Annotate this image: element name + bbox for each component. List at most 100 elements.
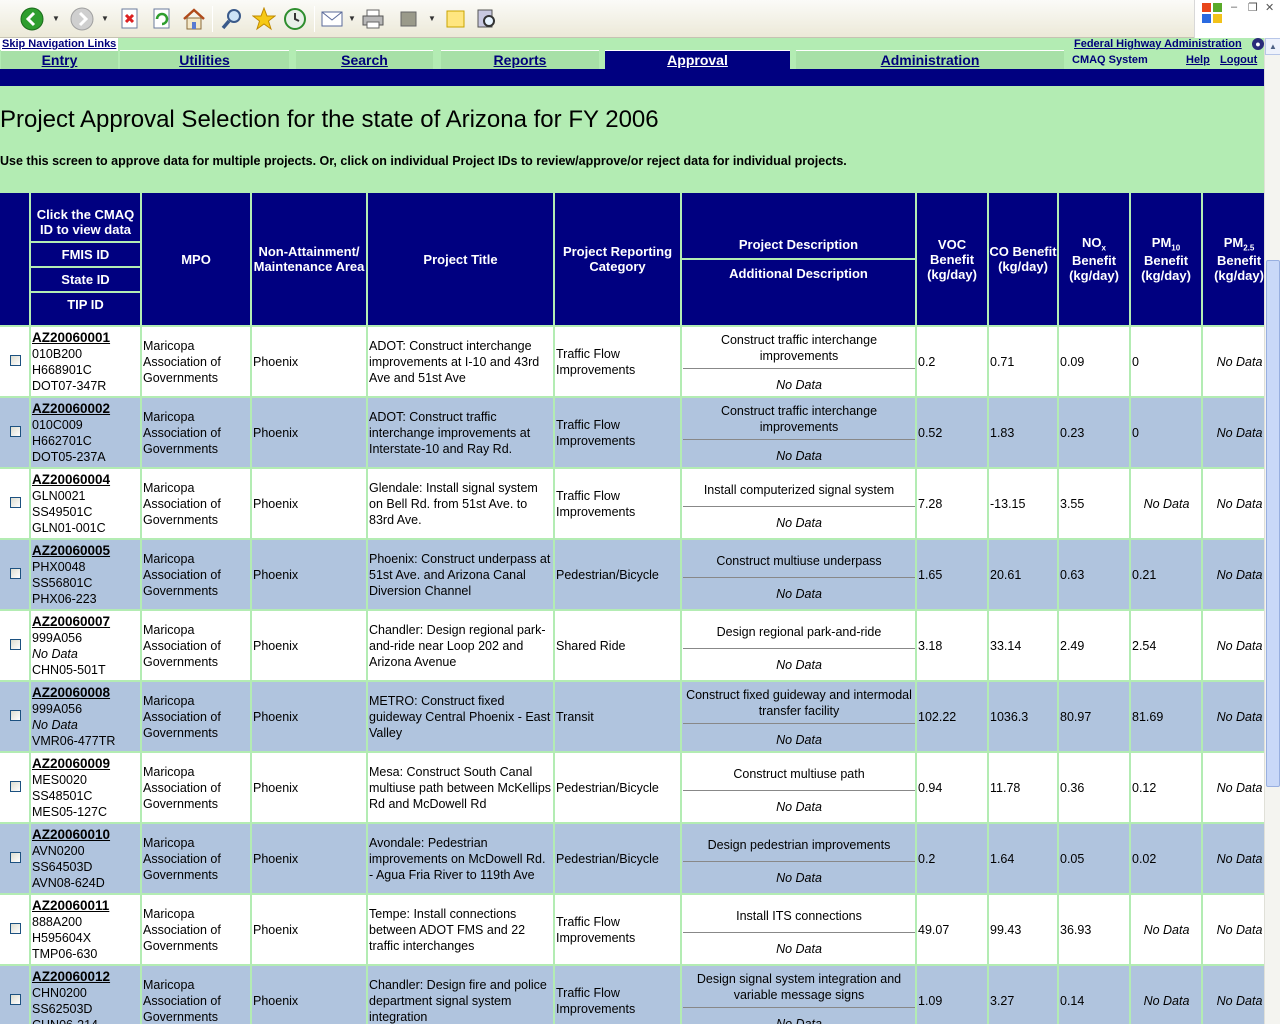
logout-link[interactable]: Logout bbox=[1220, 54, 1257, 66]
row-select-checkbox[interactable] bbox=[9, 709, 21, 721]
additional-description: No Data bbox=[776, 657, 822, 672]
cmaq-id-link[interactable]: AZ20060004 bbox=[32, 472, 140, 488]
mpo-cell: Maricopa Association of Governments bbox=[142, 469, 250, 538]
project-title-header: Project Title bbox=[368, 193, 553, 325]
select-cell bbox=[0, 540, 29, 609]
row-select-checkbox[interactable] bbox=[9, 851, 21, 863]
pm10-cell: 0.21 bbox=[1131, 540, 1201, 609]
help-link[interactable]: Help bbox=[1186, 54, 1210, 66]
cmaq-id-link[interactable]: AZ20060008 bbox=[32, 685, 140, 701]
tip-id: CHN06-214 bbox=[32, 1017, 140, 1024]
fhwa-logo-icon: ● bbox=[1252, 38, 1264, 50]
refresh-icon[interactable] bbox=[150, 5, 174, 33]
fhwa-link[interactable]: Federal Highway Administration bbox=[1074, 38, 1242, 50]
favorites-icon[interactable] bbox=[251, 5, 277, 33]
row-select-checkbox[interactable] bbox=[9, 922, 21, 934]
print-icon[interactable] bbox=[360, 5, 386, 33]
tab-reports[interactable]: Reports bbox=[441, 50, 599, 69]
mpo-cell: Maricopa Association of Governments bbox=[142, 895, 250, 964]
nox-header-sub: x bbox=[1101, 243, 1106, 253]
tip-id: GLN01-001C bbox=[32, 520, 106, 535]
scroll-up-icon[interactable]: ▲ bbox=[1265, 38, 1280, 55]
ids-cell: AZ20060010 AVN0200 SS64503D AVN08-624D bbox=[31, 824, 140, 893]
additional-description: No Data bbox=[776, 733, 822, 747]
scrollbar-thumb[interactable] bbox=[1266, 260, 1280, 787]
vertical-scrollbar[interactable]: ▲ bbox=[1264, 38, 1280, 1024]
project-description: Construct traffic interchange improvemen… bbox=[683, 330, 915, 369]
pm25-cell: No Data bbox=[1203, 682, 1264, 751]
mail-dropdown-icon[interactable]: ▼ bbox=[348, 14, 356, 24]
window-controls: – ❐ ✕ bbox=[1194, 0, 1280, 38]
state-id: SS62503D bbox=[32, 1001, 93, 1016]
pm25-cell: No Data bbox=[1203, 540, 1264, 609]
row-select-checkbox[interactable] bbox=[9, 567, 21, 579]
approval-table-container: Click the CMAQ ID to view data FMIS ID S… bbox=[0, 191, 1264, 1024]
cmaq-id-link[interactable]: AZ20060002 bbox=[32, 401, 140, 417]
mpo-header: MPO bbox=[142, 193, 250, 325]
mail-icon[interactable] bbox=[320, 5, 346, 33]
description-cell: Construct multiuse underpass No Data bbox=[682, 540, 915, 609]
row-select-checkbox[interactable] bbox=[9, 425, 21, 437]
cmaq-id-link[interactable]: AZ20060010 bbox=[32, 827, 140, 843]
row-select-checkbox[interactable] bbox=[9, 638, 21, 650]
state-id: H662701C bbox=[32, 433, 92, 448]
area-cell: Phoenix bbox=[252, 824, 366, 893]
table-row: AZ20060012CHN0200SS62503DCHN06-214Marico… bbox=[0, 966, 1264, 1024]
area-cell: Phoenix bbox=[252, 966, 366, 1024]
additional-description: No Data bbox=[776, 515, 822, 530]
forward-dropdown-icon[interactable]: ▼ bbox=[101, 14, 109, 24]
research-icon[interactable] bbox=[474, 5, 500, 33]
category-cell: Traffic Flow Improvements bbox=[555, 398, 680, 467]
cmaq-id-link[interactable]: AZ20060001 bbox=[32, 330, 140, 346]
close-window-icon[interactable]: ✕ bbox=[1265, 1, 1274, 14]
tab-search[interactable]: Search bbox=[296, 50, 433, 69]
ids-cell: AZ20060012CHN0200SS62503DCHN06-214 bbox=[31, 966, 140, 1024]
history-icon[interactable] bbox=[282, 5, 308, 33]
description-cell: Construct traffic interchange improvemen… bbox=[682, 398, 915, 467]
cmaq-id-link[interactable]: AZ20060007 bbox=[32, 614, 140, 630]
project-description: Construct multiuse underpass bbox=[683, 548, 915, 578]
back-dropdown-icon[interactable]: ▼ bbox=[52, 14, 60, 24]
cmaq-id-link[interactable]: AZ20060012 bbox=[32, 969, 140, 985]
edit-dropdown-icon[interactable]: ▼ bbox=[428, 14, 436, 24]
tip-id: AVN08-624D bbox=[32, 875, 105, 890]
row-select-checkbox[interactable] bbox=[9, 780, 21, 792]
select-cell bbox=[0, 327, 29, 396]
co-cell: 33.14 bbox=[989, 611, 1057, 680]
select-cell bbox=[0, 398, 29, 467]
pm10-cell: 2.54 bbox=[1131, 611, 1201, 680]
row-select-checkbox[interactable] bbox=[9, 496, 21, 508]
description-column-header: Project Description Additional Descripti… bbox=[682, 193, 915, 325]
row-select-checkbox[interactable] bbox=[9, 354, 21, 366]
forward-icon[interactable] bbox=[68, 5, 96, 33]
row-select-checkbox[interactable] bbox=[9, 993, 21, 1005]
description-cell: Construct fixed guideway and intermodal … bbox=[682, 682, 915, 751]
tab-administration[interactable]: Administration bbox=[796, 50, 1064, 69]
tab-utilities[interactable]: Utilities bbox=[120, 50, 289, 69]
table-row: AZ20060002 010C009 H662701C DOT05-237A Maric… bbox=[0, 398, 1264, 467]
pm25-cell: No Data bbox=[1203, 753, 1264, 822]
project-title-cell: Chandler: Design fire and police departm… bbox=[368, 966, 553, 1024]
edit-icon[interactable] bbox=[396, 5, 422, 33]
description-cell: Install ITS connections No Data bbox=[682, 895, 915, 964]
pm10-cell: No Data bbox=[1131, 966, 1201, 1024]
notes-icon[interactable] bbox=[443, 5, 469, 33]
co-header: CO Benefit (kg/day) bbox=[989, 193, 1057, 325]
area-cell: Phoenix bbox=[252, 469, 366, 538]
minimize-icon[interactable]: – bbox=[1231, 1, 1237, 13]
cmaq-id-link[interactable]: AZ20060009 bbox=[32, 756, 140, 772]
restore-icon[interactable]: ❐ bbox=[1248, 1, 1258, 14]
home-icon[interactable] bbox=[181, 5, 207, 33]
cmaq-id-link[interactable]: AZ20060011 bbox=[32, 898, 140, 914]
state-id: H668901C bbox=[32, 362, 92, 377]
tab-entry[interactable]: Entry bbox=[1, 50, 118, 69]
pm10-cell: 81.69 bbox=[1131, 682, 1201, 751]
search-icon[interactable] bbox=[219, 5, 245, 33]
tab-approval[interactable]: Approval bbox=[605, 50, 790, 69]
cmaq-id-link[interactable]: AZ20060005 bbox=[32, 543, 140, 559]
skip-navigation-link[interactable]: Skip Navigation Links bbox=[0, 38, 119, 50]
fmis-id: CHN0200 bbox=[32, 985, 87, 1000]
stop-icon[interactable] bbox=[118, 5, 142, 33]
back-icon[interactable] bbox=[18, 5, 46, 33]
additional-description: No Data bbox=[776, 449, 822, 463]
